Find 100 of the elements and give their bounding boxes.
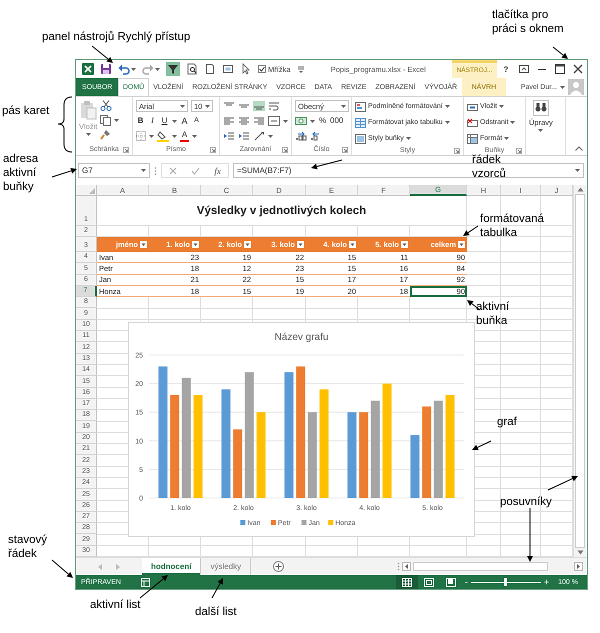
splitter-icon[interactable] <box>397 562 400 571</box>
caret-icon[interactable] <box>283 120 288 122</box>
filter-dropdown-icon[interactable] <box>458 241 465 248</box>
caret-icon[interactable] <box>131 68 136 70</box>
page-layout-icon[interactable] <box>424 578 434 586</box>
font-color-button[interactable]: A <box>180 130 189 142</box>
caret-icon[interactable] <box>310 120 315 122</box>
conditional-format-icon <box>355 102 366 112</box>
filter-dropdown-icon[interactable] <box>401 241 408 248</box>
filter-dropdown-icon[interactable] <box>297 241 304 248</box>
bold-button[interactable]: B <box>136 116 145 126</box>
zoom-slider-thumb[interactable] <box>504 578 508 586</box>
binoculars-icon <box>532 100 549 116</box>
add-sheet-icon[interactable] <box>273 561 284 572</box>
normal-view-icon[interactable] <box>402 578 412 586</box>
dialog-launcher-icon[interactable] <box>282 147 288 153</box>
thousands-separator-button[interactable]: 000 <box>330 116 344 126</box>
filter-icon[interactable] <box>166 62 180 76</box>
caret-icon[interactable] <box>172 120 177 122</box>
caret-icon[interactable] <box>504 137 510 140</box>
align-bottom-icon[interactable] <box>253 101 265 111</box>
page-magnifier-icon[interactable] <box>186 63 198 75</box>
frame-icon[interactable] <box>222 63 234 75</box>
scroll-left-icon[interactable] <box>402 562 411 571</box>
align-left-icon[interactable] <box>223 116 235 126</box>
delete-cells-icon <box>467 118 478 128</box>
zoom-out-button[interactable]: - <box>462 577 471 587</box>
name-box[interactable]: G7 <box>78 163 150 178</box>
collapse-ribbon-icon[interactable] <box>575 146 583 151</box>
dialog-launcher-icon[interactable] <box>342 147 348 153</box>
caret-icon[interactable] <box>192 134 197 138</box>
orientation-icon[interactable] <box>253 131 265 141</box>
caret-icon[interactable] <box>406 137 411 140</box>
caret-icon[interactable] <box>149 134 154 138</box>
underline-button[interactable]: U <box>160 116 169 126</box>
increase-indent-icon[interactable] <box>238 131 250 141</box>
dialog-launcher-icon[interactable] <box>454 148 460 154</box>
pointer-arrow <box>548 476 578 490</box>
percent-button[interactable]: % <box>318 116 327 126</box>
dialog-launcher-icon[interactable] <box>516 148 522 154</box>
caret-icon[interactable] <box>510 121 516 124</box>
decrease-indent-icon[interactable] <box>223 131 235 141</box>
merge-cells-icon[interactable] <box>268 116 280 126</box>
filter-dropdown-icon[interactable] <box>192 241 199 248</box>
pointer-arrow <box>52 560 73 578</box>
scroll-up-icon[interactable] <box>576 187 584 192</box>
filter-dropdown-icon[interactable] <box>349 241 356 248</box>
border-icon[interactable] <box>136 131 146 141</box>
wrap-text-icon[interactable] <box>268 101 280 111</box>
macro-record-icon[interactable] <box>140 578 150 586</box>
align-center-icon[interactable] <box>238 116 250 126</box>
clipboard-icon <box>79 100 98 120</box>
paintbrush-icon[interactable] <box>100 129 112 140</box>
caret-icon[interactable] <box>86 133 91 136</box>
filter-dropdown-icon[interactable] <box>244 241 251 248</box>
caret-icon[interactable] <box>444 121 450 124</box>
caret-icon[interactable] <box>560 86 565 88</box>
copy-icon[interactable] <box>100 114 112 126</box>
filter-dropdown-icon[interactable] <box>140 241 147 248</box>
currency-icon[interactable] <box>295 116 307 126</box>
help-button[interactable]: ? <box>497 60 515 78</box>
close-icon[interactable] <box>572 63 584 75</box>
dialog-launcher-icon[interactable] <box>123 147 129 153</box>
insert-function-button[interactable]: fx <box>214 166 221 176</box>
page-icon[interactable] <box>204 63 216 75</box>
customize-icon[interactable] <box>296 64 304 74</box>
caret-icon[interactable] <box>205 104 210 108</box>
save-icon[interactable] <box>100 63 112 75</box>
decrease-decimal-icon[interactable] <box>310 131 322 141</box>
scissors-icon[interactable] <box>100 100 112 111</box>
maximize-icon[interactable] <box>554 63 566 75</box>
dialog-launcher-icon[interactable] <box>210 147 216 153</box>
page-break-view-icon[interactable] <box>446 578 456 586</box>
caret-icon[interactable] <box>141 169 146 172</box>
checkbox[interactable] <box>258 65 266 73</box>
zoom-in-button[interactable]: + <box>540 577 552 587</box>
caret-icon[interactable] <box>114 118 120 122</box>
grow-font-button[interactable]: A <box>180 116 189 126</box>
caret-icon[interactable] <box>268 134 273 138</box>
pointer-icon[interactable] <box>240 63 252 75</box>
increase-decimal-icon[interactable] <box>295 131 307 141</box>
scroll-right-icon[interactable] <box>574 562 583 571</box>
pointer-arrow <box>92 46 113 63</box>
caret-icon[interactable] <box>155 68 160 70</box>
caret-icon[interactable] <box>180 104 185 108</box>
ribbon-display-icon[interactable] <box>518 63 530 75</box>
caret-icon[interactable] <box>172 134 177 138</box>
scroll-down-icon[interactable] <box>576 550 584 555</box>
undo-icon[interactable] <box>118 63 130 75</box>
italic-button[interactable]: I <box>148 116 157 126</box>
callout-label: panel nástrojů Rychlý přístup <box>42 30 190 44</box>
caret-icon[interactable] <box>538 129 544 132</box>
sheet-tab[interactable]: hodnocení <box>142 558 202 575</box>
align-right-icon[interactable] <box>253 116 265 126</box>
splitter-icon[interactable] <box>154 166 157 176</box>
caret-icon[interactable] <box>444 105 450 108</box>
fill-color-icon[interactable] <box>157 130 169 142</box>
caret-icon[interactable] <box>341 104 346 108</box>
pointer-arrow <box>552 46 568 59</box>
caret-icon[interactable] <box>499 105 504 108</box>
